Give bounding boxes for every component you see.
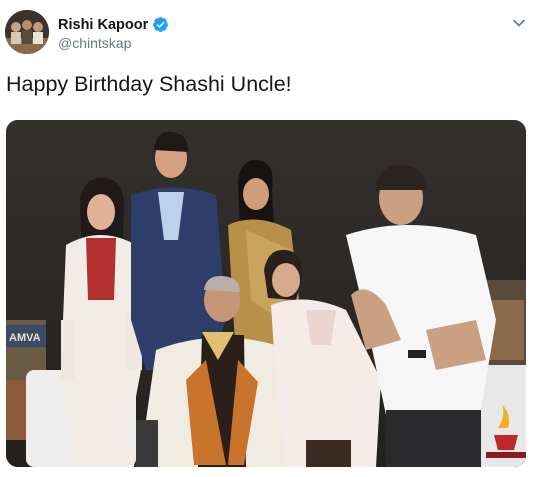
avatar[interactable] bbox=[5, 10, 49, 54]
profile-photo bbox=[5, 10, 49, 54]
author-row: Rishi Kapoor bbox=[58, 16, 169, 33]
tweet-text: Happy Birthday Shashi Uncle! bbox=[6, 72, 292, 96]
group-photo: AMVA bbox=[6, 120, 526, 467]
chevron-down-icon[interactable] bbox=[512, 16, 526, 30]
tweet-photo[interactable]: AMVA bbox=[6, 120, 526, 467]
banner-text: AMVA bbox=[9, 332, 41, 344]
author-handle[interactable]: @chintskap bbox=[58, 35, 131, 51]
tweet-card: Rishi Kapoor @chintskap Happy Birthday S… bbox=[0, 0, 535, 477]
verified-badge-icon bbox=[153, 17, 169, 32]
author-display-name[interactable]: Rishi Kapoor bbox=[58, 17, 148, 33]
